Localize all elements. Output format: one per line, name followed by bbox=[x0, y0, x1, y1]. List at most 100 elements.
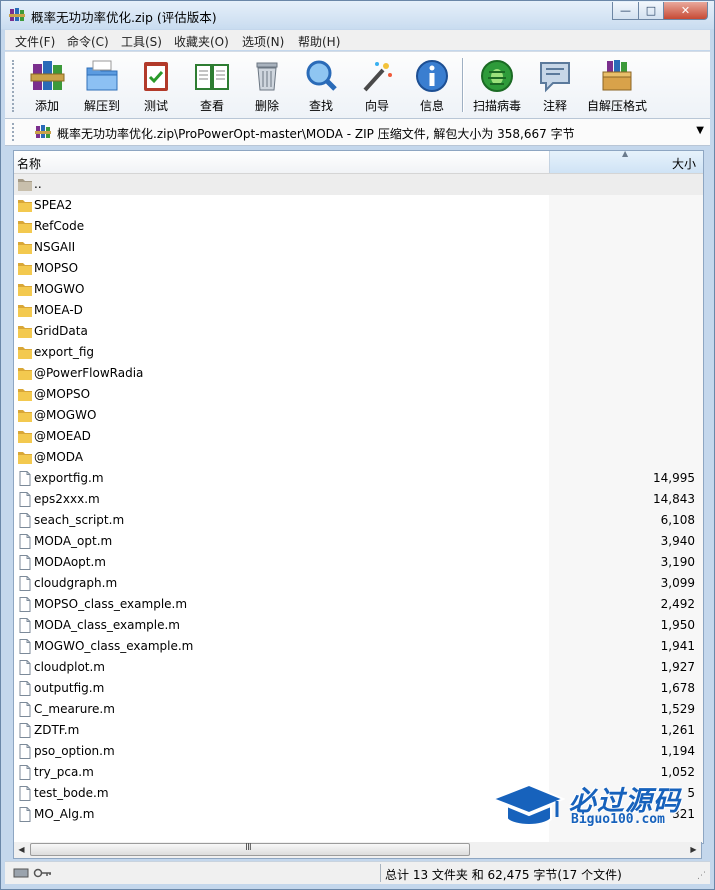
file-list[interactable]: 名称 ▲ 大小 .. SPEA2 RefCode NSGAII MOPSO MOGWO MO… bbox=[13, 150, 704, 844]
file-row[interactable]: MOGWO_class_example.m 1,941 bbox=[14, 636, 703, 657]
menu-tools[interactable]: 工具(S) bbox=[121, 33, 162, 50]
file-row[interactable]: C_mearure.m 1,529 bbox=[14, 699, 703, 720]
folder-icon bbox=[17, 324, 33, 339]
wizard-wand-icon bbox=[363, 62, 392, 92]
folder-icon bbox=[17, 282, 33, 297]
file-row[interactable]: MODA_opt.m 3,940 bbox=[14, 531, 703, 552]
wizard-button[interactable]: 向导 bbox=[351, 56, 403, 116]
toolbar-grip[interactable] bbox=[12, 60, 18, 112]
test-label: 测试 bbox=[143, 99, 168, 113]
menu-command[interactable]: 命令(C) bbox=[67, 33, 109, 50]
folder-row[interactable]: export_fig bbox=[14, 342, 703, 363]
folder-row[interactable]: GridData bbox=[14, 321, 703, 342]
add-button[interactable]: 添加 bbox=[21, 56, 73, 116]
file-icon bbox=[17, 744, 33, 759]
info-icon bbox=[416, 60, 448, 92]
comment-label: 注释 bbox=[542, 99, 567, 113]
row-name: @MOEAD bbox=[34, 429, 91, 443]
file-icon bbox=[17, 576, 33, 591]
address-grip[interactable] bbox=[12, 123, 18, 141]
find-button[interactable]: 查找 bbox=[295, 56, 347, 116]
scroll-thumb[interactable]: III bbox=[30, 842, 470, 856]
folder-row[interactable]: SPEA2 bbox=[14, 195, 703, 216]
row-name: GridData bbox=[34, 324, 88, 338]
sfx-button[interactable]: 自解压格式 bbox=[585, 56, 649, 116]
scroll-left-button[interactable]: ◀ bbox=[14, 843, 29, 857]
row-name: @MODA bbox=[34, 450, 84, 464]
row-size: 14,995 bbox=[653, 471, 695, 485]
watermark-logo: 必过源码 Biguo100.com bbox=[491, 777, 691, 833]
info-button[interactable]: 信息 bbox=[406, 56, 458, 116]
row-name: .. bbox=[34, 177, 42, 191]
virus-scan-icon bbox=[481, 60, 513, 92]
virus-scan-button[interactable]: 扫描病毒 bbox=[471, 56, 523, 116]
row-name: @PowerFlowRadia bbox=[34, 366, 144, 380]
folder-icon bbox=[17, 387, 33, 402]
file-row[interactable]: MODA_class_example.m 1,950 bbox=[14, 615, 703, 636]
maximize-button[interactable]: □ bbox=[638, 2, 664, 20]
file-icon bbox=[17, 660, 33, 675]
horizontal-scrollbar[interactable]: ◀ III ▶ bbox=[13, 842, 702, 859]
folder-row[interactable]: @MOPSO bbox=[14, 384, 703, 405]
row-size: 1,950 bbox=[660, 618, 695, 632]
file-row[interactable]: ZDTF.m 1,261 bbox=[14, 720, 703, 741]
test-button[interactable]: 测试 bbox=[130, 56, 182, 116]
extract-to-button[interactable]: 解压到 bbox=[76, 56, 128, 116]
file-icon bbox=[17, 639, 33, 654]
view-button[interactable]: 查看 bbox=[186, 56, 238, 116]
extract-to-label: 解压到 bbox=[83, 99, 120, 113]
file-row[interactable]: pso_option.m 1,194 bbox=[14, 741, 703, 762]
menu-help[interactable]: 帮助(H) bbox=[298, 33, 340, 50]
file-row[interactable]: cloudplot.m 1,927 bbox=[14, 657, 703, 678]
column-header-name[interactable]: 名称 bbox=[17, 155, 41, 172]
view-book-icon bbox=[195, 64, 229, 90]
folder-row[interactable]: @MODA bbox=[14, 447, 703, 468]
comment-icon bbox=[540, 62, 570, 93]
file-row[interactable]: MODAopt.m 3,190 bbox=[14, 552, 703, 573]
folder-row[interactable]: MOEA-D bbox=[14, 300, 703, 321]
close-button[interactable]: ✕ bbox=[663, 2, 708, 20]
folder-row[interactable]: @MOGWO bbox=[14, 405, 703, 426]
find-label: 查找 bbox=[308, 99, 333, 113]
address-bar[interactable]: 概率无功功率优化.zip\ProPowerOpt-master\MODA - Z… bbox=[5, 119, 710, 146]
folder-row[interactable]: MOGWO bbox=[14, 279, 703, 300]
folder-row[interactable]: NSGAII bbox=[14, 237, 703, 258]
resize-grip-icon[interactable]: ⋰ bbox=[697, 871, 706, 881]
minimize-button[interactable]: — bbox=[612, 2, 639, 20]
folder-row[interactable]: @MOEAD bbox=[14, 426, 703, 447]
menu-favorites[interactable]: 收藏夹(O) bbox=[174, 33, 229, 50]
file-icon bbox=[17, 807, 33, 822]
file-row[interactable]: MOPSO_class_example.m 2,492 bbox=[14, 594, 703, 615]
menu-file[interactable]: 文件(F) bbox=[15, 33, 55, 50]
folder-icon bbox=[17, 450, 33, 465]
file-row[interactable]: seach_script.m 6,108 bbox=[14, 510, 703, 531]
row-name: cloudplot.m bbox=[34, 660, 105, 674]
address-dropdown-icon[interactable]: ▼ bbox=[696, 125, 704, 136]
add-books-icon bbox=[30, 61, 65, 90]
status-summary: 总计 13 文件夹 和 62,475 字节(17 个文件) bbox=[385, 868, 622, 882]
row-size: 1,261 bbox=[660, 723, 695, 737]
delete-button[interactable]: 删除 bbox=[241, 56, 293, 116]
parent-folder-row[interactable]: .. bbox=[14, 174, 703, 195]
file-row[interactable]: outputfig.m 1,678 bbox=[14, 678, 703, 699]
row-size: 2,492 bbox=[660, 597, 695, 611]
folder-row[interactable]: @PowerFlowRadia bbox=[14, 363, 703, 384]
comment-button[interactable]: 注释 bbox=[529, 56, 581, 116]
menu-options[interactable]: 选项(N) bbox=[242, 33, 284, 50]
file-icon bbox=[17, 618, 33, 633]
file-row[interactable]: cloudgraph.m 3,099 bbox=[14, 573, 703, 594]
delete-label: 删除 bbox=[254, 99, 279, 113]
file-row[interactable]: eps2xxx.m 14,843 bbox=[14, 489, 703, 510]
address-path: 概率无功功率优化.zip\ProPowerOpt-master\MODA - Z… bbox=[57, 127, 575, 141]
menu-bar: 文件(F) 命令(C) 工具(S) 收藏夹(O) 选项(N) 帮助(H) bbox=[5, 30, 710, 50]
scroll-right-button[interactable]: ▶ bbox=[686, 843, 701, 857]
file-icon bbox=[17, 555, 33, 570]
title-bar[interactable]: 概率无功功率优化.zip (评估版本) — □ ✕ bbox=[1, 1, 714, 29]
file-row[interactable]: exportfig.m 14,995 bbox=[14, 468, 703, 489]
row-name: C_mearure.m bbox=[34, 702, 115, 716]
file-icon bbox=[17, 492, 33, 507]
folder-row[interactable]: MOPSO bbox=[14, 258, 703, 279]
folder-row[interactable]: RefCode bbox=[14, 216, 703, 237]
row-name: MOPSO_class_example.m bbox=[34, 597, 188, 611]
column-header-size[interactable]: ▲ 大小 bbox=[549, 151, 703, 173]
